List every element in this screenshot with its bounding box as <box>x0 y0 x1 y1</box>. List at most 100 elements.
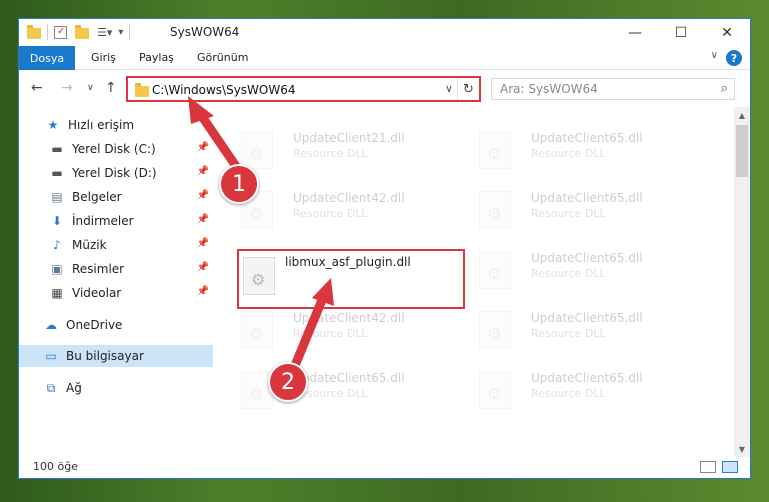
sidebar-item-quick-access[interactable]: ★ Hızlı erişim <box>19 114 213 136</box>
file-type: Resource DLL <box>531 327 606 340</box>
file-type: Resource DLL <box>531 387 606 400</box>
download-icon: ⬇ <box>51 214 63 228</box>
sidebar-item-disk-c[interactable]: ▬ Yerel Disk (C:) 📌 <box>19 138 213 160</box>
sidebar-item-this-pc[interactable]: ▭ Bu bilgisayar <box>19 345 213 367</box>
sidebar-item-network[interactable]: ⧉ Ağ <box>19 377 213 399</box>
address-path[interactable]: C:\Windows\SysWOW64 <box>152 83 296 97</box>
ribbon-tabs: Dosya Giriş Paylaş Görünüm ∨ ? <box>19 46 750 70</box>
file-name: UpdateClient65.dll <box>531 371 643 385</box>
cloud-icon: ☁ <box>45 318 57 332</box>
forward-arrow-icon[interactable]: → <box>61 80 73 96</box>
file-item[interactable]: UpdateClient65.dll Resource DLL <box>471 183 691 235</box>
file-name: UpdateClient21.dll <box>293 131 405 145</box>
folder-icon <box>27 24 41 39</box>
file-explorer-window: ✓ ☰▾ ▾ SysWOW64 — ☐ ✕ Dosya Giriş Paylaş… <box>18 18 751 479</box>
chevron-down-icon[interactable]: ∨ <box>445 82 453 95</box>
file-item-libmux-asf-plugin[interactable]: libmux_asf_plugin.dll <box>237 249 465 309</box>
file-item[interactable]: UpdateClient42.dll Resource DLL <box>233 303 453 355</box>
sidebar-item-disk-d[interactable]: ▬ Yerel Disk (D:) 📌 <box>19 162 213 184</box>
scroll-down-icon[interactable]: ▼ <box>734 441 750 457</box>
search-icon[interactable]: ⌕ <box>721 81 728 96</box>
sidebar-item-label: Ağ <box>66 381 82 395</box>
scrollbar-thumb[interactable] <box>736 125 748 177</box>
navigation-bar: ← → ∨ ↑ C:\Windows\SysWOW64 ∨ ↻ Ara: Sys… <box>19 71 750 107</box>
file-name: UpdateClient65.dll <box>531 191 643 205</box>
address-bar[interactable]: C:\Windows\SysWOW64 ∨ ↻ <box>126 76 481 102</box>
dll-file-icon <box>479 371 511 409</box>
star-icon: ★ <box>47 118 59 132</box>
back-arrow-icon[interactable]: ← <box>31 80 43 96</box>
sidebar-item-documents[interactable]: ▤ Belgeler 📌 <box>19 186 213 208</box>
up-arrow-icon[interactable]: ↑ <box>105 80 117 96</box>
search-placeholder: Ara: SysWOW64 <box>500 82 598 96</box>
navigation-pane: ★ Hızlı erişim ▬ Yerel Disk (C:) 📌 ▬ Yer… <box>19 107 213 457</box>
network-icon: ⧉ <box>46 380 56 395</box>
divider <box>129 24 131 40</box>
file-type: Resource DLL <box>293 327 368 340</box>
sidebar-item-label: Hızlı erişim <box>68 118 135 132</box>
sidebar-item-onedrive[interactable]: ☁ OneDrive <box>19 314 213 336</box>
file-item[interactable]: UpdateClient65.dll Resource DLL <box>471 123 691 175</box>
toolbar-dropdown-icon[interactable]: ▾ <box>118 27 123 38</box>
large-icons-view-icon[interactable] <box>722 461 738 473</box>
sidebar-item-downloads[interactable]: ⬇ İndirmeler 📌 <box>19 210 213 232</box>
documents-icon: ▤ <box>51 190 63 204</box>
sidebar-item-label: İndirmeler <box>72 214 134 228</box>
file-type: Resource DLL <box>293 207 368 220</box>
dll-file-icon <box>241 131 273 169</box>
pin-icon[interactable]: 📌 <box>197 214 209 225</box>
pin-icon[interactable]: 📌 <box>197 262 209 273</box>
dll-file-icon <box>479 311 511 349</box>
file-name: libmux_asf_plugin.dll <box>285 255 411 269</box>
recent-locations-icon[interactable]: ∨ <box>87 83 94 93</box>
file-item[interactable]: UpdateClient42.dll Resource DLL <box>233 183 453 235</box>
sidebar-item-label: OneDrive <box>66 318 123 332</box>
file-item[interactable]: UpdateClient65.dll Resource DLL <box>471 363 691 415</box>
file-item[interactable]: UpdateClient65.dll Resource DLL <box>471 303 691 355</box>
minimize-button[interactable]: — <box>612 19 658 46</box>
window-title: SysWOW64 <box>170 25 240 39</box>
sidebar-item-pictures[interactable]: ▣ Resimler 📌 <box>19 258 213 280</box>
computer-icon: ▭ <box>45 349 57 363</box>
scroll-up-icon[interactable]: ▲ <box>734 107 750 123</box>
step-1-badge: 1 <box>219 164 259 204</box>
file-name: UpdateClient65.dll <box>531 311 643 325</box>
pin-icon[interactable]: 📌 <box>197 286 209 297</box>
chevron-down-icon[interactable]: ∨ <box>711 50 718 61</box>
sidebar-item-label: Yerel Disk (D:) <box>72 166 157 180</box>
search-input[interactable]: Ara: SysWOW64 ⌕ <box>491 78 735 100</box>
maximize-button[interactable]: ☐ <box>658 19 704 46</box>
details-view-icon[interactable] <box>700 461 716 473</box>
tab-view[interactable]: Görünüm <box>197 51 248 64</box>
pictures-icon: ▣ <box>51 262 63 276</box>
sidebar-item-videos[interactable]: ▦ Videolar 📌 <box>19 282 213 304</box>
tab-home[interactable]: Giriş <box>91 51 116 64</box>
file-name: UpdateClient42.dll <box>293 191 405 205</box>
sidebar-item-label: Resimler <box>72 262 125 276</box>
file-item[interactable]: UpdateClient65.dll Resource DLL <box>233 363 453 415</box>
video-icon: ▦ <box>51 286 63 300</box>
dll-file-icon <box>241 311 273 349</box>
customize-toolbar-icon[interactable]: ☰▾ <box>97 26 112 39</box>
refresh-icon[interactable]: ↻ <box>457 78 479 100</box>
pin-icon[interactable]: 📌 <box>197 238 209 249</box>
pin-icon[interactable]: 📌 <box>197 166 209 177</box>
help-icon[interactable]: ? <box>726 50 742 66</box>
item-count: 100 öğe <box>33 460 78 473</box>
drive-icon: ▬ <box>51 142 63 156</box>
tab-share[interactable]: Paylaş <box>139 51 174 64</box>
new-folder-icon[interactable] <box>75 24 89 39</box>
pin-icon[interactable]: 📌 <box>197 142 209 153</box>
pin-icon[interactable]: 📌 <box>197 190 209 201</box>
sidebar-item-music[interactable]: ♪ Müzik 📌 <box>19 234 213 256</box>
step-2-badge: 2 <box>268 362 308 402</box>
sidebar-item-label: Bu bilgisayar <box>66 349 144 363</box>
close-button[interactable]: ✕ <box>704 19 750 46</box>
properties-icon[interactable]: ✓ <box>54 25 67 39</box>
file-item[interactable]: UpdateClient65.dll Resource DLL <box>471 243 691 295</box>
vertical-scrollbar[interactable]: ▲ ▼ <box>734 107 750 457</box>
file-item[interactable]: UpdateClient21.dll Resource DLL <box>233 123 453 175</box>
sidebar-item-label: Videolar <box>72 286 122 300</box>
tab-file[interactable]: Dosya <box>19 46 75 70</box>
file-name: UpdateClient65.dll <box>531 251 643 265</box>
